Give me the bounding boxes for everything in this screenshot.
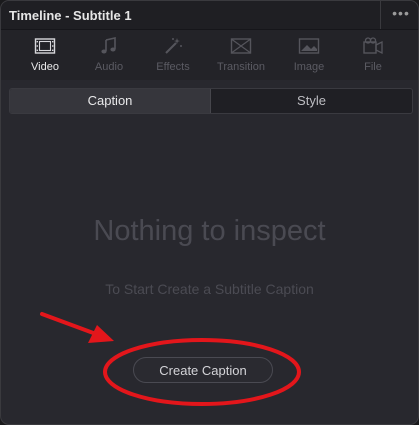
more-options-icon[interactable]: ••• [386,3,416,25]
tab-audio[interactable]: Audio [77,30,141,80]
title-divider [380,1,381,29]
segment-style[interactable]: Style [211,89,412,113]
tab-label: Transition [217,61,265,73]
title-bar: Timeline - Subtitle 1 ••• [1,1,418,30]
tab-label: File [364,61,382,73]
tab-label: Audio [94,61,124,73]
tab-label: Image [293,61,325,73]
transition-icon [230,38,252,54]
tab-effects[interactable]: Effects [141,30,205,80]
magic-wand-icon [165,38,182,54]
caption-style-toggle: Caption Style [9,88,413,114]
inspector-tabs: Video Audio Effects Transition Image Fil… [1,30,418,106]
empty-state-subtitle: To Start Create a Subtitle Caption [105,281,314,297]
tab-label: Effects [156,61,190,73]
film-icon [34,38,56,54]
image-icon [298,38,320,54]
tab-image[interactable]: Image [277,30,341,80]
tab-file[interactable]: File [341,30,405,80]
panel-title: Timeline - Subtitle 1 [9,8,132,23]
create-caption-button[interactable]: Create Caption [133,357,273,383]
inspector-panel: Timeline - Subtitle 1 ••• Video Audio Ef… [0,0,419,425]
segment-caption[interactable]: Caption [10,89,210,113]
tab-label: Video [31,61,59,73]
empty-state-title: Nothing to inspect [93,215,326,247]
music-note-icon [101,37,116,54]
tab-transition[interactable]: Transition [209,30,273,80]
file-icon [363,37,383,55]
tab-video[interactable]: Video [13,30,77,80]
